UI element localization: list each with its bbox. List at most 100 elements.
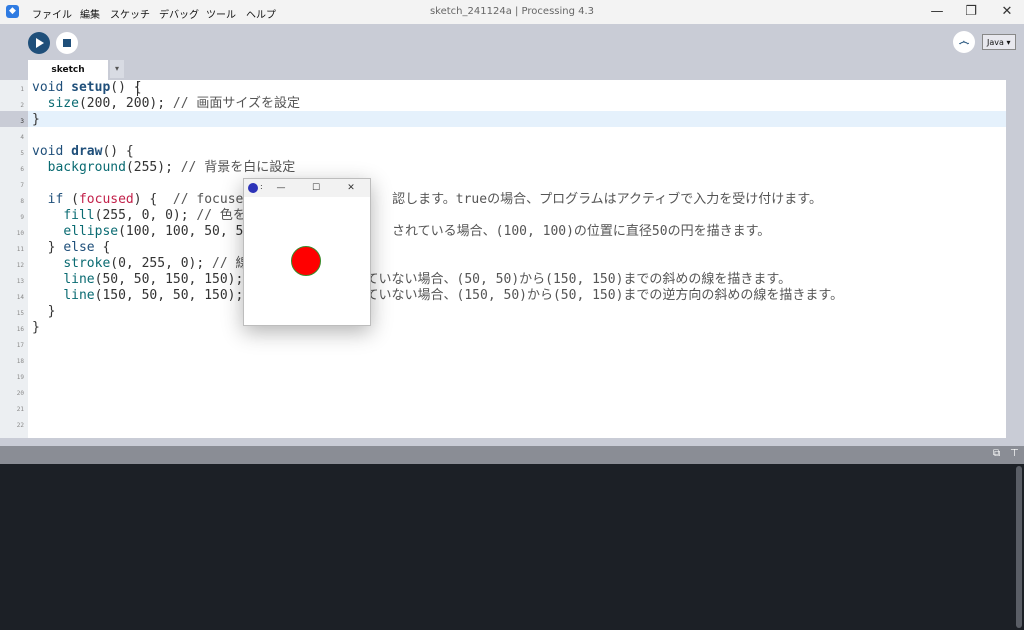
code-line-14: line(150, 50, 50, 150); していない場合、(150, 50… <box>32 288 843 304</box>
menu-sketch[interactable]: スケッチ <box>110 6 150 21</box>
code-text: (255); <box>125 160 181 175</box>
code-line-1: void setup() { <box>32 80 142 96</box>
code-text: ( <box>63 192 79 207</box>
line-number: 13 <box>16 278 24 285</box>
code-line-13: line(50, 50, 150, 150); していない場合、(50, 50)… <box>32 272 791 288</box>
line-number: 4 <box>20 134 24 141</box>
line-number: 10 <box>16 230 24 237</box>
line-number: 2 <box>20 102 24 109</box>
code-comment: // 色を <box>196 208 246 223</box>
tab-menu-chevron-icon[interactable]: ▾ <box>110 60 124 78</box>
code-function: line <box>63 288 95 303</box>
stop-button[interactable] <box>56 32 78 54</box>
code-text: (0, 255, 0); <box>110 256 213 271</box>
sketch-minimize-button[interactable]: — <box>274 181 288 195</box>
copy-icon[interactable]: ⧉ <box>993 449 1003 459</box>
code-keyword: void <box>32 80 64 95</box>
line-number: 3 <box>20 118 24 125</box>
sketch-canvas[interactable] <box>244 197 370 325</box>
code-text: (50, 50, 150, 150); <box>94 272 244 287</box>
code-function: ellipse <box>63 224 119 239</box>
code-editor[interactable]: 1 2 3 4 5 6 7 8 9 10 11 12 13 14 15 16 1… <box>0 80 1024 438</box>
sketch-output-window[interactable]: : — ☐ ✕ <box>243 178 371 326</box>
processing-app-icon: ◆ <box>6 5 19 18</box>
sketch-close-button[interactable]: ✕ <box>344 181 358 195</box>
sketch-maximize-button[interactable]: ☐ <box>309 181 323 195</box>
debugger-button[interactable]: ෴ <box>953 31 975 53</box>
code-line-10: ellipse(100, 100, 50, 50 されている場合、(100, 1… <box>32 224 770 240</box>
code-text: } <box>32 304 56 319</box>
line-number: 8 <box>20 198 24 205</box>
line-number: 6 <box>20 166 24 173</box>
line-number: 9 <box>20 214 24 221</box>
code-line-6: background(255); // 背景を白に設定 <box>32 160 296 176</box>
code-line-15: } <box>32 304 56 320</box>
tab-sketch[interactable]: sketch 241124a <box>28 60 108 95</box>
sketch-app-icon <box>248 183 258 193</box>
console-scrollbar[interactable] <box>1016 466 1022 628</box>
sketch-title-bar[interactable]: : — ☐ ✕ <box>244 179 370 197</box>
code-variable: focused <box>78 192 134 207</box>
line-number: 21 <box>16 406 24 413</box>
console-area[interactable] <box>0 464 1024 630</box>
code-keyword: if <box>47 192 64 207</box>
sketch-window-title: : <box>260 182 263 191</box>
run-button[interactable] <box>28 32 50 54</box>
maximize-button[interactable]: ❐ <box>959 3 983 21</box>
code-comment: // 背景を白に設定 <box>180 160 296 175</box>
code-text: } <box>32 320 40 335</box>
code-keyword: void <box>32 144 64 159</box>
editor-scrollbar[interactable] <box>1006 80 1024 438</box>
code-text: () { <box>102 144 134 159</box>
code-function: background <box>47 160 126 175</box>
clear-console-icon[interactable]: ⊤ <box>1010 449 1020 459</box>
menu-tools[interactable]: ツール <box>206 6 236 21</box>
title-bar: ◆ ファイル 編集 スケッチ デバッグ ツール ヘルプ sketch_24112… <box>0 0 1024 24</box>
code-function-name: setup <box>71 80 111 95</box>
code-line-16: } <box>32 320 40 336</box>
code-function-name: draw <box>71 144 103 159</box>
code-text: } <box>32 112 40 127</box>
code-text: } <box>32 240 64 255</box>
line-number: 22 <box>16 422 24 429</box>
menu-debug[interactable]: デバッグ <box>159 6 199 21</box>
close-button[interactable]: ✕ <box>995 3 1019 21</box>
line-number: 5 <box>20 150 24 157</box>
menu-help[interactable]: ヘルプ <box>246 6 276 21</box>
line-number: 19 <box>16 374 24 381</box>
code-text: { <box>94 240 111 255</box>
line-number-gutter: 1 2 3 4 5 6 7 8 9 10 11 12 13 14 15 16 1… <box>0 80 28 438</box>
code-line-2: size(200, 200); // 画面サイズを設定 <box>32 96 300 112</box>
console-header: ⧉ ⊤ <box>0 446 1024 464</box>
code-function: stroke <box>63 256 111 271</box>
line-number: 20 <box>16 390 24 397</box>
mode-select[interactable]: Java ▾ <box>982 34 1016 50</box>
red-circle <box>291 246 321 276</box>
code-function: size <box>47 96 79 111</box>
line-number: 17 <box>16 342 24 349</box>
tab-bar: sketch 241124a ▾ <box>0 60 1024 95</box>
minimize-button[interactable]: — <box>925 3 949 21</box>
code-text: (200, 200); <box>78 96 173 111</box>
code-keyword: else <box>63 240 95 255</box>
menu-file[interactable]: ファイル <box>32 6 72 21</box>
line-number: 15 <box>16 310 24 317</box>
line-number: 7 <box>20 182 24 189</box>
menu-edit[interactable]: 編集 <box>80 6 100 21</box>
line-number: 14 <box>16 294 24 301</box>
line-number: 12 <box>16 262 24 269</box>
code-comment: // focused <box>172 192 252 207</box>
code-line-12: stroke(0, 255, 0); // 線 <box>32 256 248 272</box>
code-line-9: fill(255, 0, 0); // 色を <box>32 208 246 224</box>
code-line-3: } <box>32 112 40 128</box>
line-number: 1 <box>20 86 24 93</box>
code-function: line <box>63 272 95 287</box>
